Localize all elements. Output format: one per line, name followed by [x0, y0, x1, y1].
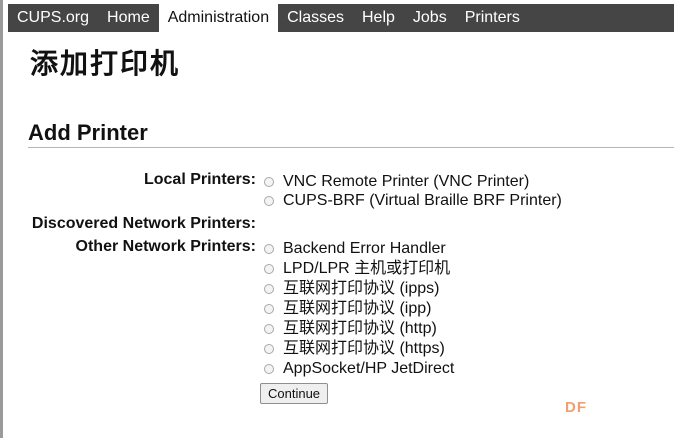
nav-jobs[interactable]: Jobs — [404, 4, 456, 32]
radio-button[interactable] — [264, 364, 274, 374]
option-label: Backend Error Handler — [283, 240, 446, 257]
option-ipp-ipps[interactable]: 互联网打印协议 (ipps) — [264, 279, 439, 299]
nav-cups-org[interactable]: CUPS.org — [8, 4, 98, 32]
option-lpd-lpr[interactable]: LPD/LPR 主机或打印机 — [264, 259, 450, 279]
option-appsocket-jetdirect[interactable]: AppSocket/HP JetDirect — [264, 359, 454, 379]
top-navbar: CUPS.org Home Administration Classes Hel… — [8, 4, 674, 32]
option-ipp-https[interactable]: 互联网打印协议 (https) — [264, 339, 445, 359]
radio-button[interactable] — [264, 304, 274, 314]
option-label: AppSocket/HP JetDirect — [283, 360, 455, 377]
option-ipp-http[interactable]: 互联网打印协议 (http) — [264, 319, 437, 339]
nav-printers[interactable]: Printers — [456, 4, 529, 32]
radio-button[interactable] — [264, 177, 274, 187]
option-label: CUPS-BRF (Virtual Braille BRF Printer) — [283, 192, 562, 209]
radio-button[interactable] — [264, 284, 274, 294]
nav-home[interactable]: Home — [98, 4, 159, 32]
option-ipp[interactable]: 互联网打印协议 (ipp) — [264, 299, 431, 319]
option-backend-error-handler[interactable]: Backend Error Handler — [264, 239, 446, 259]
window-left-edge — [0, 0, 3, 438]
option-vnc-remote-printer[interactable]: VNC Remote Printer (VNC Printer) — [264, 172, 529, 192]
discovered-printers-label: Discovered Network Printers: — [31, 215, 256, 232]
option-cups-brf[interactable]: CUPS-BRF (Virtual Braille BRF Printer) — [264, 191, 562, 211]
nav-help[interactable]: Help — [353, 4, 404, 32]
option-label: VNC Remote Printer (VNC Printer) — [283, 173, 530, 190]
radio-button[interactable] — [264, 244, 274, 254]
other-printers-label: Other Network Printers: — [75, 238, 256, 255]
option-label: 互联网打印协议 (https) — [283, 340, 445, 357]
nav-administration[interactable]: Administration — [158, 4, 279, 32]
radio-button[interactable] — [264, 324, 274, 334]
option-label: 互联网打印协议 (ipp) — [283, 300, 432, 317]
continue-button[interactable]: Continue — [260, 383, 329, 404]
radio-button[interactable] — [264, 264, 274, 274]
option-label: 互联网打印协议 (ipps) — [283, 280, 440, 297]
page-title: 添加打印机 — [30, 47, 181, 80]
local-printers-label: Local Printers: — [143, 171, 256, 188]
watermark-logo: DF — [565, 399, 587, 416]
radio-button[interactable] — [264, 344, 274, 354]
radio-button[interactable] — [264, 196, 274, 206]
section-heading: Add Printer — [28, 120, 148, 145]
heading-divider — [28, 147, 674, 148]
option-label: LPD/LPR 主机或打印机 — [283, 260, 451, 277]
option-label: 互联网打印协议 (http) — [283, 320, 437, 337]
nav-classes[interactable]: Classes — [278, 4, 353, 32]
